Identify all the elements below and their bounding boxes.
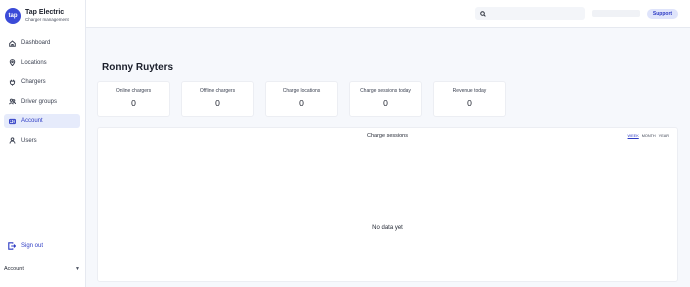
period-week-tab[interactable]: WEEK [628, 134, 639, 138]
chevron-down-icon: ▼ [75, 266, 80, 272]
map-pin-icon [8, 59, 16, 67]
charge-sessions-panel: Charge sessions WEEK MONTH YEAR No data … [97, 127, 678, 282]
sidebar: tap Tap Electric Charger management Dash… [0, 0, 86, 287]
period-selector: WEEK MONTH YEAR [628, 134, 669, 138]
stat-value: 0 [299, 98, 304, 108]
stat-value: 0 [383, 98, 388, 108]
period-month-tab[interactable]: MONTH [642, 134, 656, 138]
plug-icon [8, 78, 16, 86]
sidebar-item-chargers[interactable]: Chargers [4, 75, 80, 89]
sidebar-nav: Dashboard Locations Chargers Driver grou… [4, 36, 80, 153]
stat-card-offline-chargers: Offline chargers 0 [181, 81, 254, 117]
account-switcher[interactable]: Account ▼ [4, 266, 80, 272]
brand[interactable]: tap Tap Electric Charger management [5, 8, 69, 24]
sidebar-item-label: Dashboard [21, 40, 51, 46]
sign-out-label: Sign out [21, 243, 44, 249]
sidebar-item-locations[interactable]: Locations [4, 56, 80, 70]
support-button[interactable]: Support [647, 9, 678, 19]
stat-card-charge-locations: Charge locations 0 [265, 81, 338, 117]
search-icon [480, 10, 486, 17]
stat-label: Charge sessions today [360, 88, 411, 94]
tap-logo: tap [5, 8, 21, 24]
stat-label: Charge locations [282, 88, 321, 94]
users-icon [8, 98, 16, 106]
sidebar-item-driver-groups[interactable]: Driver groups [4, 95, 80, 109]
sidebar-item-label: Driver groups [21, 98, 58, 105]
stat-label: Revenue today [452, 88, 487, 94]
sidebar-item-users[interactable]: Users [4, 134, 80, 148]
stat-value: 0 [131, 98, 136, 108]
user-icon [8, 137, 16, 145]
charge-sessions-title: Charge sessions [367, 133, 408, 139]
brand-subtitle: Charger management [25, 17, 69, 22]
sidebar-item-account[interactable]: Account [4, 114, 80, 128]
brand-title: Tap Electric [25, 9, 65, 16]
app-window: tap Tap Electric Charger management Dash… [0, 0, 690, 287]
stat-card-charge-sessions-today: Charge sessions today 0 [349, 81, 422, 117]
sidebar-item-label: Users [21, 137, 37, 144]
stat-label: Offline chargers [199, 88, 236, 94]
sidebar-item-label: Account [21, 118, 43, 124]
sign-out-button[interactable]: Sign out [8, 242, 43, 250]
id-card-icon [8, 117, 16, 125]
account-switcher-label: Account [4, 266, 24, 272]
period-year-tab[interactable]: YEAR [659, 134, 669, 138]
home-icon [8, 39, 16, 47]
sidebar-item-label: Chargers [21, 79, 46, 85]
stat-card-revenue-today: Revenue today 0 [433, 81, 506, 117]
empty-state-text: No data yet [372, 225, 403, 231]
sidebar-item-label: Locations [21, 59, 47, 66]
stat-label: Online chargers [115, 88, 152, 94]
stat-value: 0 [215, 98, 220, 108]
sidebar-item-dashboard[interactable]: Dashboard [4, 36, 80, 50]
topbar: Support [86, 0, 690, 28]
stat-value: 0 [467, 98, 472, 108]
search-input[interactable] [490, 10, 580, 17]
stat-card-online-chargers: Online chargers 0 [97, 81, 170, 117]
stats-cards: Online chargers 0 Offline chargers 0 Cha… [97, 81, 506, 117]
search-box[interactable] [475, 7, 585, 20]
organization-select[interactable] [592, 10, 640, 17]
logout-icon [8, 242, 16, 250]
page-title: Ronny Ruyters [102, 62, 174, 73]
